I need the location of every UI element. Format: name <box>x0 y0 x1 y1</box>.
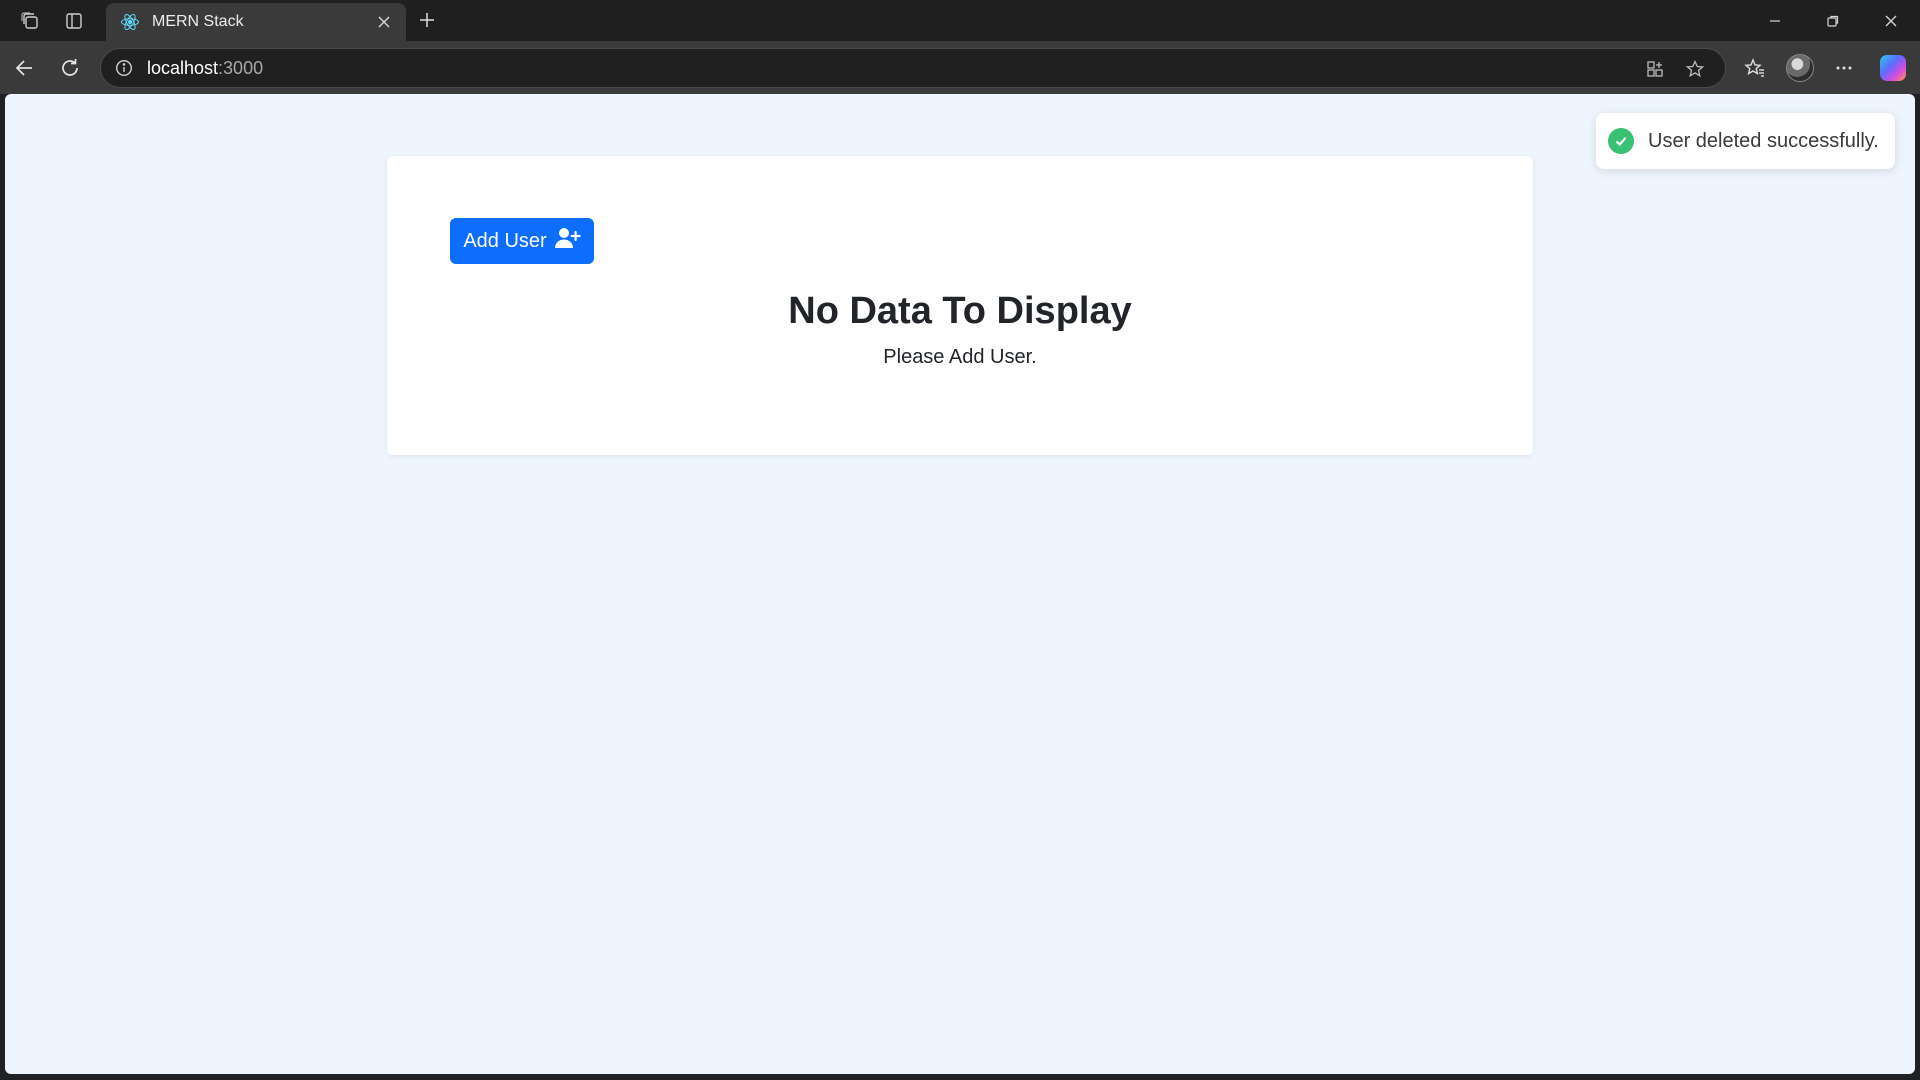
react-icon <box>120 12 140 32</box>
restore-icon[interactable] <box>1804 0 1862 41</box>
workspaces-icon[interactable] <box>8 0 52 41</box>
favorites-icon[interactable] <box>1735 49 1775 87</box>
copilot-icon[interactable] <box>1873 49 1913 87</box>
url-port: :3000 <box>218 57 264 78</box>
toast-notification[interactable]: User deleted successfully. <box>1596 113 1895 169</box>
window-bottom-edge <box>0 1074 1920 1080</box>
add-user-button[interactable]: Add User <box>450 218 594 264</box>
user-plus-icon <box>554 227 581 255</box>
add-user-label: Add User <box>463 229 547 252</box>
minimize-icon[interactable] <box>1746 0 1804 41</box>
close-window-icon[interactable] <box>1862 0 1920 41</box>
refresh-icon[interactable] <box>51 49 89 87</box>
empty-state-title: No Data To Display <box>788 290 1132 332</box>
more-icon[interactable] <box>1824 49 1864 87</box>
star-icon[interactable] <box>1677 49 1713 89</box>
close-icon[interactable] <box>372 10 396 34</box>
address-bar[interactable]: localhost:3000 <box>100 48 1726 88</box>
content-card: Add User No Data To Display Please Add U… <box>387 156 1533 455</box>
empty-state-subtitle: Please Add User. <box>883 346 1037 368</box>
browser-tab-active[interactable]: MERN Stack <box>106 3 406 41</box>
tab-title: MERN Stack <box>152 13 244 30</box>
check-circle-icon <box>1608 128 1634 154</box>
vertical-tabs-icon[interactable] <box>52 0 96 41</box>
browser-titlebar: MERN Stack <box>0 0 1920 41</box>
page-viewport: Add User No Data To Display Please Add U… <box>5 94 1915 1074</box>
toast-message: User deleted successfully. <box>1648 129 1879 152</box>
profile-avatar[interactable] <box>1780 49 1820 87</box>
back-icon[interactable] <box>5 49 43 87</box>
browser-toolbar: localhost:3000 <box>0 41 1920 94</box>
info-icon[interactable] <box>113 57 135 79</box>
url-host: localhost <box>147 57 219 78</box>
plus-icon[interactable] <box>412 4 442 36</box>
app-available-icon[interactable] <box>1637 49 1673 89</box>
